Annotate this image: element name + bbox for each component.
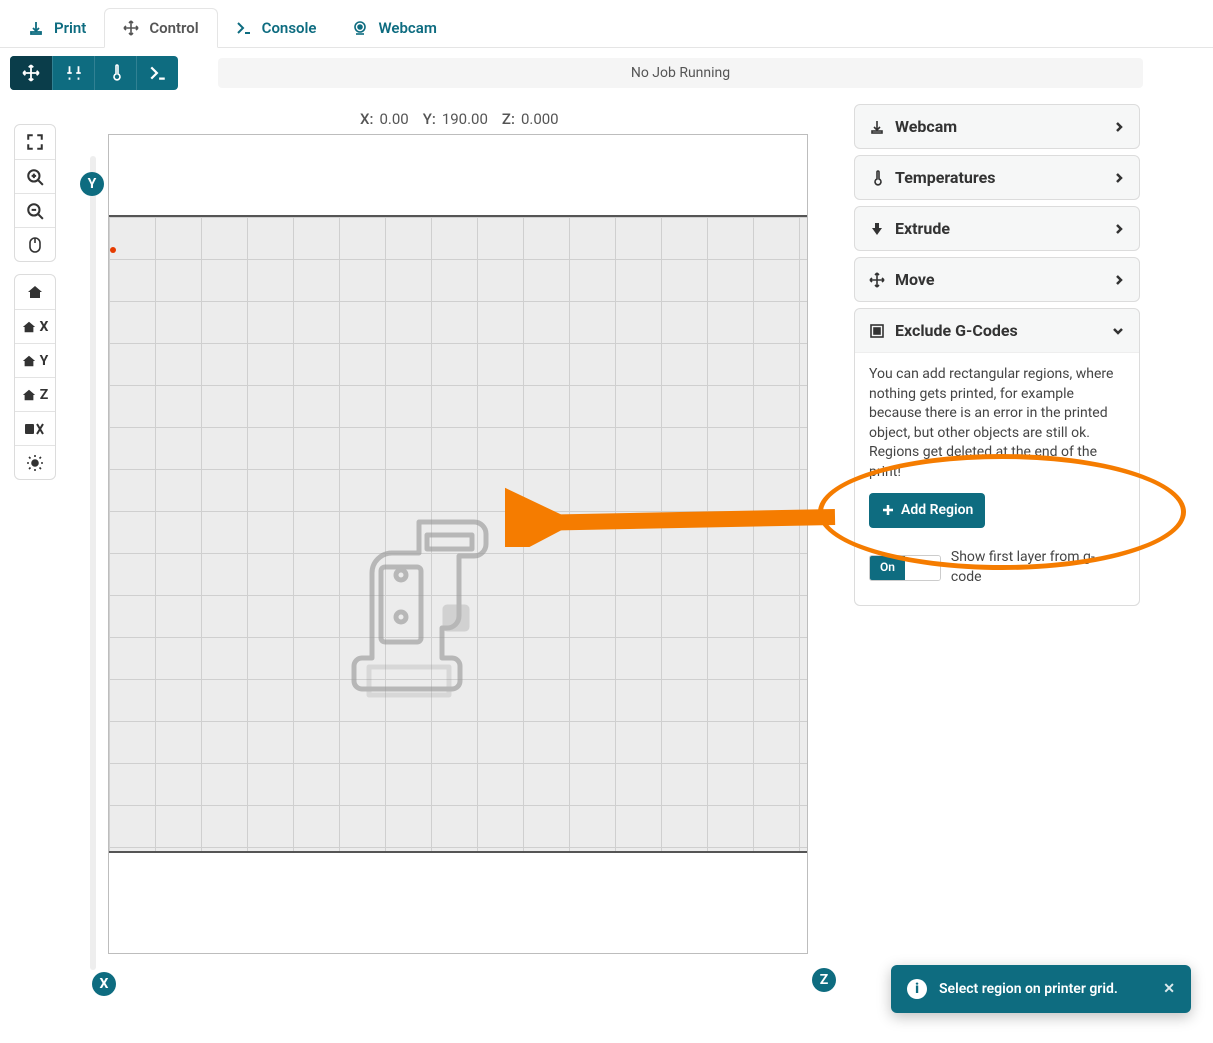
chevron-right-icon — [1113, 274, 1125, 286]
chevron-right-icon — [1113, 172, 1125, 184]
axis-badge-x: X — [92, 972, 116, 996]
tab-control-label: Control — [149, 19, 198, 37]
home-z-label: Z — [40, 387, 49, 403]
coord-readout: X: 0.00 Y: 190.00 Z: 0.000 — [360, 110, 567, 128]
y-scrollbar-track[interactable] — [90, 156, 96, 970]
coord-y-label: Y: — [423, 110, 436, 128]
view-button-group — [14, 124, 56, 262]
status-text: No Job Running — [631, 65, 730, 81]
show-first-layer-toggle[interactable]: On — [869, 555, 941, 581]
move-small-icon — [869, 272, 885, 288]
mode-move-button[interactable] — [10, 56, 52, 90]
mode-extrude-button[interactable] — [52, 56, 94, 90]
show-first-layer-label: Show first layer from g-code — [951, 548, 1125, 587]
print-bed-grid — [109, 215, 807, 853]
left-control-column: X Y Z — [14, 124, 56, 480]
toggle-on-label: On — [870, 556, 905, 580]
home-button-group: X Y Z — [14, 274, 56, 480]
toast-notification: i Select region on printer grid. ✕ — [891, 965, 1191, 1013]
thermometer-icon — [869, 170, 885, 186]
panel-extrude-title: Extrude — [895, 219, 950, 238]
show-first-layer-row: On Show first layer from g-code — [869, 548, 1125, 587]
canvas-wrap — [100, 134, 820, 964]
move-icon — [123, 20, 139, 36]
toggle-off-label — [905, 556, 940, 580]
zoom-out-button[interactable] — [15, 193, 55, 227]
motors-off-button[interactable] — [15, 411, 55, 445]
first-layer-preview — [349, 517, 509, 717]
zoom-in-button[interactable] — [15, 159, 55, 193]
panel-exclude-gcodes: Exclude G-Codes You can add rectangular … — [854, 308, 1140, 606]
toast-message: Select region on printer grid. — [939, 981, 1118, 997]
home-z-button[interactable]: Z — [15, 377, 55, 411]
add-region-label: Add Region — [901, 501, 973, 521]
panel-temperatures-title: Temperatures — [895, 168, 995, 187]
panel-temperatures[interactable]: Temperatures — [854, 155, 1140, 200]
home-all-button[interactable] — [15, 275, 55, 309]
home-y-label: Y — [40, 353, 49, 369]
extrude-icon — [869, 221, 885, 237]
panel-exclude-title: Exclude G-Codes — [895, 321, 1018, 340]
tab-console[interactable]: Console — [218, 8, 335, 47]
mode-temperature-button[interactable] — [94, 56, 136, 90]
main-area: X: 0.00 Y: 190.00 Z: 0.000 — [0, 104, 1213, 1043]
mouse-mode-button[interactable] — [15, 227, 55, 261]
info-icon: i — [907, 979, 927, 999]
webcam-small-icon — [869, 119, 885, 135]
view-fit-button[interactable] — [15, 125, 55, 159]
coord-x-value: 0.00 — [379, 110, 408, 128]
tab-control[interactable]: Control — [104, 8, 217, 48]
head-position-marker — [110, 247, 116, 253]
tab-webcam[interactable]: Webcam — [334, 8, 454, 47]
panel-exclude-header[interactable]: Exclude G-Codes — [855, 309, 1139, 352]
right-panels: Webcam Temperatures Extrude Move — [854, 104, 1140, 606]
chevron-right-icon — [1113, 121, 1125, 133]
printer-grid-canvas[interactable] — [108, 134, 808, 954]
panel-move[interactable]: Move — [854, 257, 1140, 302]
coord-z-label: Z: — [502, 110, 515, 128]
status-bar: No Job Running — [218, 58, 1143, 88]
panel-extrude[interactable]: Extrude — [854, 206, 1140, 251]
print-icon — [28, 20, 44, 36]
chevron-down-icon — [1111, 325, 1125, 337]
panel-move-title: Move — [895, 270, 935, 289]
tab-console-label: Console — [262, 19, 317, 37]
home-x-button[interactable]: X — [15, 309, 55, 343]
mode-row: No Job Running — [0, 48, 1213, 98]
webcam-icon — [352, 20, 368, 36]
panel-webcam[interactable]: Webcam — [854, 104, 1140, 149]
exclude-icon — [869, 323, 885, 339]
axis-badge-z: Z — [812, 968, 836, 992]
home-y-button[interactable]: Y — [15, 343, 55, 377]
console-icon — [236, 20, 252, 36]
tab-webcam-label: Webcam — [378, 19, 436, 37]
panel-exclude-body: You can add rectangular regions, where n… — [855, 352, 1139, 605]
home-x-label: X — [40, 319, 49, 335]
chevron-right-icon — [1113, 223, 1125, 235]
mode-button-group — [10, 56, 178, 90]
top-tabs: Print Control Console Webcam — [0, 0, 1213, 48]
coord-y-value: 190.00 — [442, 110, 488, 128]
tab-print[interactable]: Print — [10, 8, 104, 47]
mode-console-button[interactable] — [136, 56, 178, 90]
exclude-description: You can add rectangular regions, where n… — [869, 365, 1125, 483]
tab-print-label: Print — [54, 19, 86, 37]
coord-z-value: 0.000 — [521, 110, 559, 128]
light-button[interactable] — [15, 445, 55, 479]
toast-close-button[interactable]: ✕ — [1163, 981, 1175, 997]
panel-webcam-title: Webcam — [895, 117, 957, 136]
add-region-button[interactable]: Add Region — [869, 493, 985, 529]
coord-x-label: X: — [360, 110, 373, 128]
